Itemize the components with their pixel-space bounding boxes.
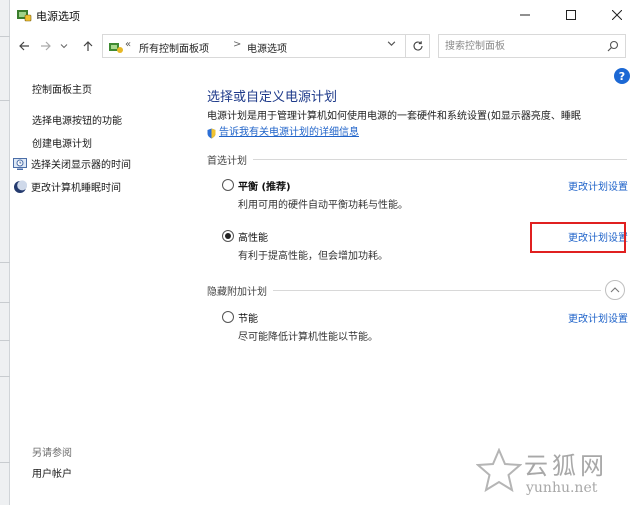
refresh-icon xyxy=(412,41,423,51)
help-button[interactable]: ? xyxy=(614,68,630,84)
search-input[interactable] xyxy=(445,37,595,55)
desktop-edge xyxy=(0,0,10,505)
plan-balanced-change-settings-link[interactable]: 更改计划设置 xyxy=(568,178,628,193)
power-options-icon xyxy=(17,10,32,22)
plan-high-performance-name[interactable]: 高性能 xyxy=(238,229,268,244)
watermark-chinese: 云狐网 xyxy=(524,452,608,480)
see-also-heading: 另请参阅 xyxy=(32,448,72,459)
plan-power-saver-radio[interactable] xyxy=(222,311,234,323)
address-dropdown-button[interactable] xyxy=(387,39,396,51)
left-nav-pane: 控制面板主页 选择电源按钮的功能 创建电源计划 选择关闭显示器的时间 更改计算机… xyxy=(10,62,190,505)
chevron-down-icon xyxy=(60,44,68,49)
plan-power-saver-change-settings-link[interactable]: 更改计划设置 xyxy=(568,310,628,325)
display-clock-icon xyxy=(13,157,27,170)
plan-balanced-name[interactable]: 平衡 (推荐) xyxy=(238,178,291,193)
preferred-plans-section: 首选计划 xyxy=(207,152,627,167)
moon-icon xyxy=(14,179,27,193)
breadcrumb-power-options[interactable]: 电源选项 xyxy=(247,40,287,55)
up-arrow-icon xyxy=(83,41,93,51)
choose-display-off-link[interactable]: 选择关闭显示器的时间 xyxy=(13,156,131,171)
plan-balanced-radio[interactable] xyxy=(222,179,234,191)
close-icon xyxy=(612,10,622,20)
power-plan-info-link[interactable]: 告诉我有关电源计划的详细信息 xyxy=(219,125,359,141)
breadcrumb-all-items[interactable]: 所有控制面板项 xyxy=(139,40,209,55)
hidden-plans-heading: 隐藏附加计划 xyxy=(207,283,273,298)
power-options-window: 电源选项 « 所有控制面板项 > 电源选项 搜索控制面板 控制面板主页 选择电源… xyxy=(10,0,640,505)
plan-power-saver-desc: 尽可能降低计算机性能以节能。 xyxy=(238,332,378,343)
question-mark-icon: ? xyxy=(618,69,626,83)
section-divider xyxy=(207,159,627,160)
create-power-plan-link[interactable]: 创建电源计划 xyxy=(32,135,92,150)
watermark: 云狐网 yunhu.net xyxy=(476,446,640,502)
breadcrumb-separator[interactable]: > xyxy=(233,39,241,50)
search-box[interactable] xyxy=(438,34,626,58)
change-sleep-time-link[interactable]: 更改计算机睡眠时间 xyxy=(13,179,121,194)
page-description: 电源计划是用于管理计算机如何使用电源的一套硬件和系统设置(如显示器亮度、睡眠 告… xyxy=(207,109,627,141)
minimize-button[interactable] xyxy=(502,0,548,30)
star-logo-icon xyxy=(476,448,522,493)
chevron-up-icon xyxy=(610,287,620,293)
plan-balanced-desc: 利用可用的硬件自动平衡功耗与性能。 xyxy=(238,200,408,211)
plan-high-performance-desc: 有利于提高性能，但会增加功耗。 xyxy=(238,251,388,262)
preferred-plans-heading: 首选计划 xyxy=(207,152,253,167)
description-text: 电源计划是用于管理计算机如何使用电源的一套硬件和系统设置(如显示器亮度、睡眠 xyxy=(207,111,581,122)
plan-high-performance-radio[interactable] xyxy=(222,230,234,242)
navigation-bar: « 所有控制面板项 > 电源选项 xyxy=(10,30,640,62)
maximize-button[interactable] xyxy=(548,0,594,30)
title-bar: 电源选项 xyxy=(10,0,640,30)
choose-display-off-label: 选择关闭显示器的时间 xyxy=(31,160,131,171)
hidden-plans-section: 隐藏附加计划 xyxy=(207,283,601,298)
collapse-hidden-plans-button[interactable] xyxy=(605,280,625,300)
minimize-icon xyxy=(520,14,530,16)
window-title: 电源选项 xyxy=(36,10,80,23)
page-title: 选择或自定义电源计划 xyxy=(207,90,338,105)
shield-icon xyxy=(207,128,216,138)
search-icon[interactable] xyxy=(607,40,619,52)
choose-power-button-link[interactable]: 选择电源按钮的功能 xyxy=(32,112,122,127)
control-panel-home-link[interactable]: 控制面板主页 xyxy=(32,81,92,96)
address-overflow-chevron[interactable]: « xyxy=(125,39,131,50)
recent-locations-button[interactable] xyxy=(58,38,70,54)
user-accounts-link[interactable]: 用户帐户 xyxy=(32,465,72,480)
up-button[interactable] xyxy=(80,38,96,54)
watermark-domain: yunhu.net xyxy=(526,480,598,496)
chevron-down-icon xyxy=(387,41,396,46)
forward-button[interactable] xyxy=(38,38,54,54)
change-sleep-time-label: 更改计算机睡眠时间 xyxy=(31,183,121,194)
maximize-icon xyxy=(566,10,576,20)
highlight-box xyxy=(530,222,626,253)
back-button[interactable] xyxy=(16,38,32,54)
close-button[interactable] xyxy=(594,0,640,30)
control-panel-icon xyxy=(109,43,123,53)
address-bar[interactable]: « 所有控制面板项 > 电源选项 xyxy=(102,34,430,58)
plan-power-saver-name[interactable]: 节能 xyxy=(238,310,258,325)
forward-arrow-icon xyxy=(41,41,51,51)
description-link-row: 告诉我有关电源计划的详细信息 xyxy=(207,125,627,141)
refresh-button[interactable] xyxy=(405,35,429,57)
back-arrow-icon xyxy=(19,41,29,51)
